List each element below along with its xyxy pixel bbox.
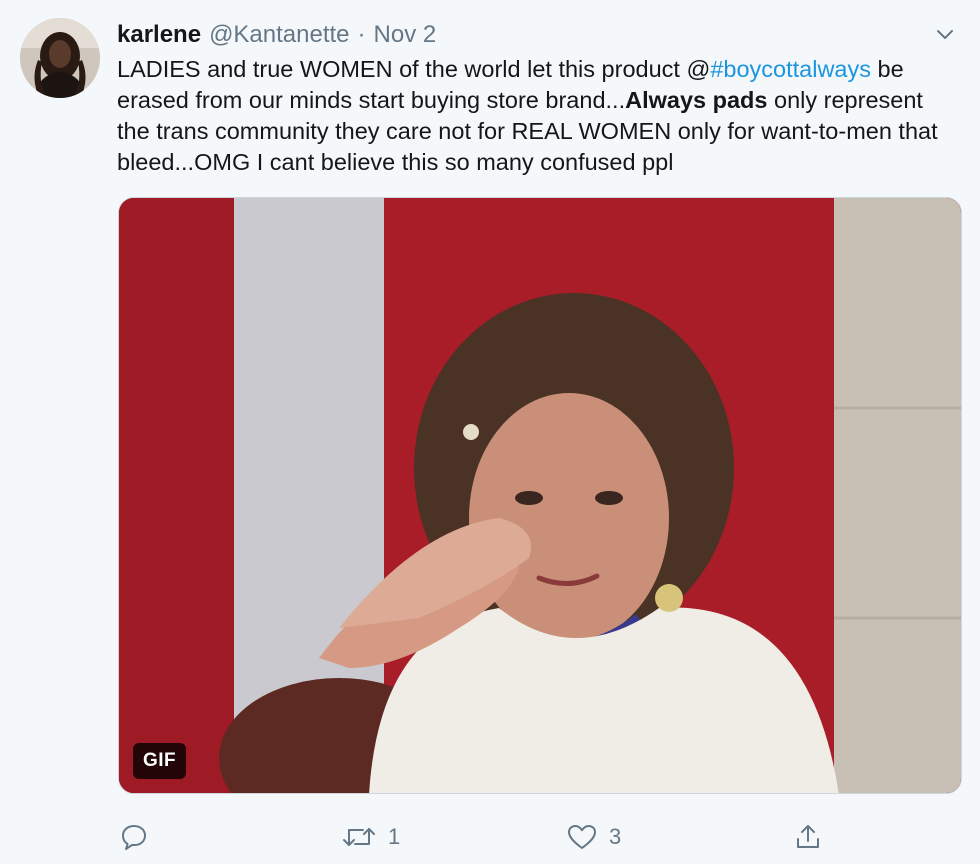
retweet-count: 1 — [388, 824, 401, 849]
like-button[interactable]: 3 — [567, 815, 621, 859]
retweet-button[interactable]: 1 — [342, 815, 400, 859]
retweet-icon — [343, 828, 375, 846]
separator: · — [357, 21, 366, 48]
gif-badge: GIF — [133, 743, 187, 779]
tweet[interactable]: karlene @Kantanette · Nov 2 LADIES and t… — [0, 0, 980, 864]
tweet-header: karlene @Kantanette · Nov 2 — [117, 20, 436, 50]
chevron-down-icon[interactable] — [932, 24, 958, 46]
author-name[interactable]: karlene — [117, 21, 201, 49]
author-handle[interactable]: @Kantanette — [209, 21, 349, 49]
tweet-date[interactable]: Nov 2 — [374, 21, 437, 49]
gif-media[interactable]: GIF — [118, 197, 962, 794]
avatar[interactable] — [20, 18, 100, 98]
like-count: 3 — [609, 824, 622, 849]
tweet-text: LADIES and true WOMEN of the world let t… — [117, 54, 947, 178]
reply-button[interactable] — [120, 815, 148, 859]
share-icon — [797, 825, 819, 848]
reply-icon — [122, 825, 146, 850]
heart-icon — [568, 825, 596, 849]
tweet-actions: 1 3 — [0, 815, 980, 859]
tweet-text-bold: Always pads — [625, 87, 768, 113]
gif-frame-image — [119, 198, 961, 793]
tweet-text-part1: LADIES and true WOMEN of the world let t… — [117, 56, 711, 82]
share-button[interactable] — [794, 815, 822, 859]
hashtag-link[interactable]: #boycottalways — [710, 56, 871, 82]
